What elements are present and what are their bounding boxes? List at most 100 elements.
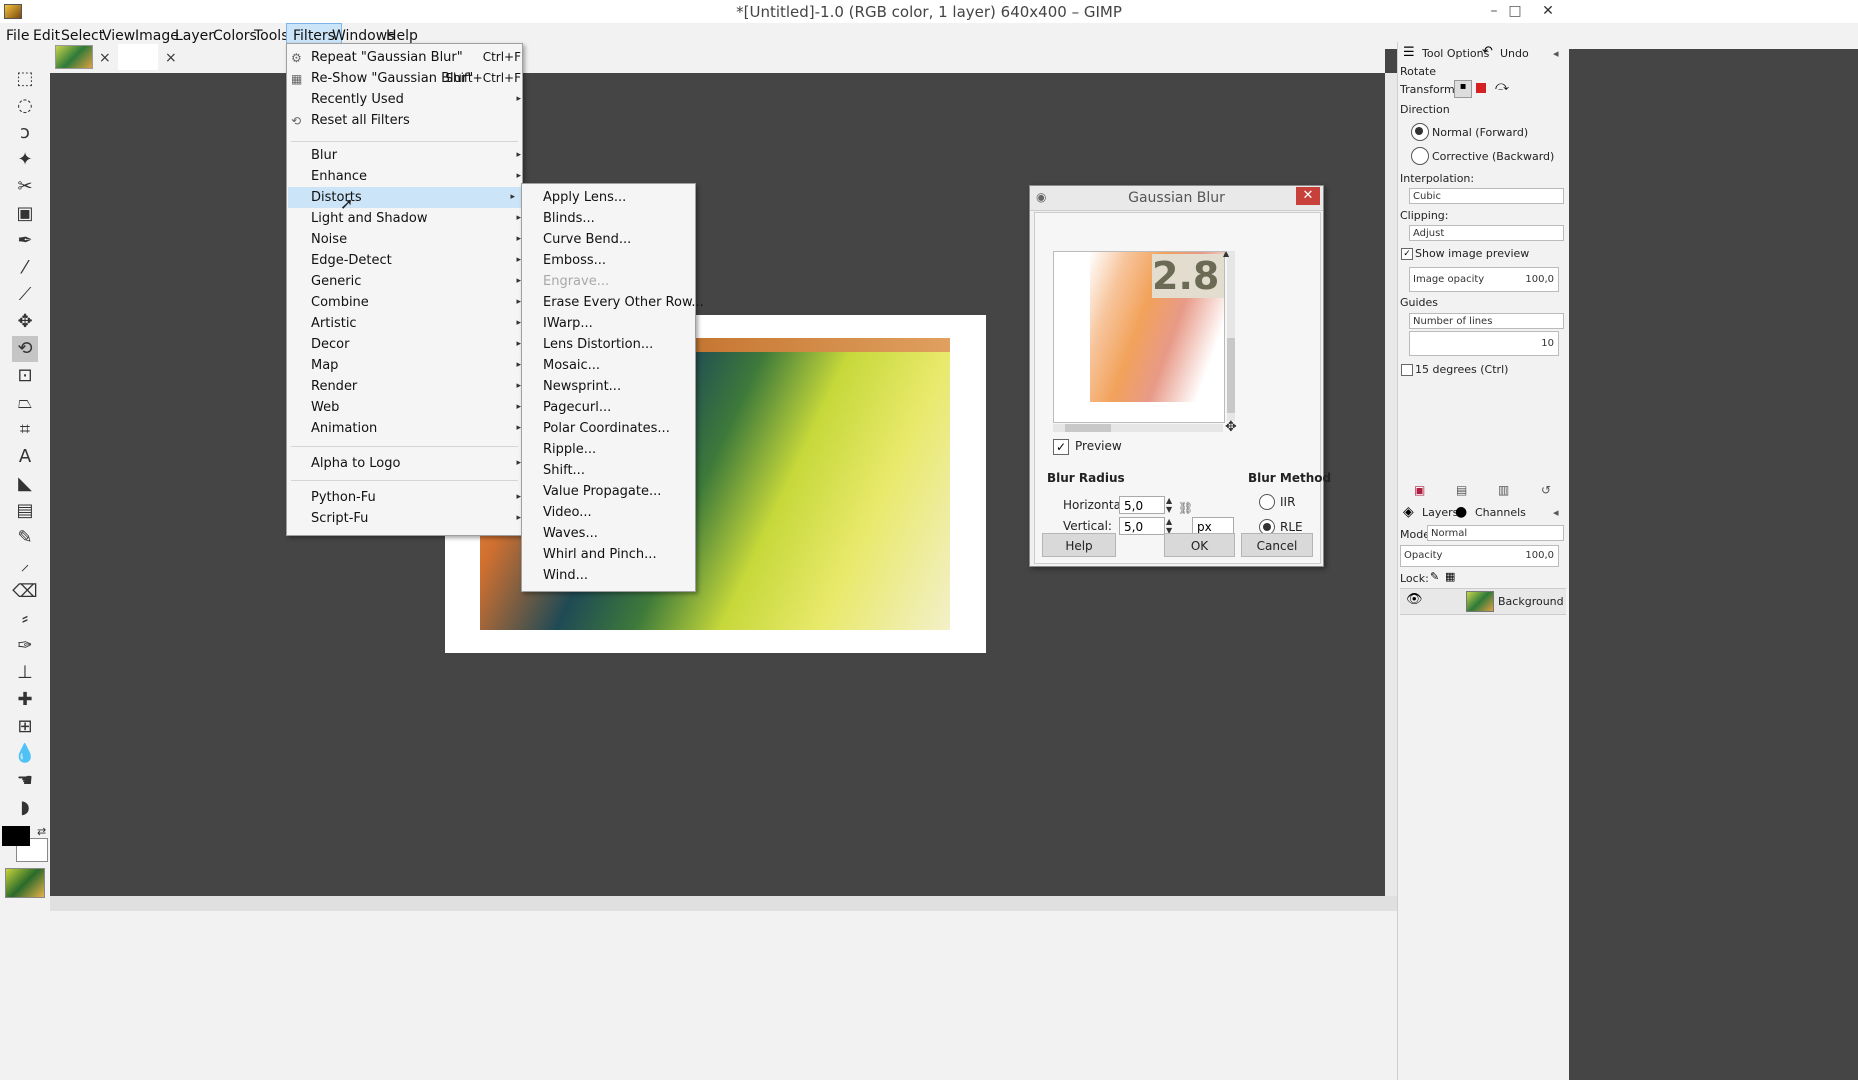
text-icon[interactable]: A [12,444,38,470]
clipping-select[interactable]: Adjust [1409,225,1564,241]
image-tab-blank[interactable] [118,44,158,70]
eraser-icon[interactable]: ⌫ [12,579,38,605]
paths-icon[interactable]: ✒ [12,228,38,254]
layer-opacity-field[interactable]: Opacity 100,0 [1400,545,1559,567]
menu-lens-distortion[interactable]: Lens Distortion... [543,334,653,355]
heal-icon[interactable]: ✚ [12,687,38,713]
dodge-burn-icon[interactable]: ◗ [12,795,38,821]
cancel-button[interactable]: Cancel [1241,533,1313,557]
save-options-icon[interactable]: ▣ [1414,483,1425,497]
vertical-input[interactable]: 5,0 [1119,517,1165,535]
layer-row[interactable]: 👁 Background [1400,588,1566,615]
layer-visibility-eye-icon[interactable]: 👁 [1406,592,1423,607]
scissors-icon[interactable]: ✂ [12,174,38,200]
menu-reshow-gaussian-blur[interactable]: Re-Show "Gaussian Blur" Shift+Ctrl+F [311,68,521,89]
tab-layers[interactable]: Layers [1422,506,1458,519]
menu-iwarp[interactable]: IWarp... [543,313,593,334]
swap-colors-icon[interactable]: ⇄ [37,825,46,838]
interpolation-select[interactable]: Cubic [1409,188,1564,204]
measure-icon[interactable]: ⟋ [12,282,38,308]
color-picker-icon[interactable]: ⁄ [12,255,38,281]
menu-decor[interactable]: Decor ▸ [311,334,521,355]
menu-script-fu[interactable]: Script-Fu ▸ [311,508,521,529]
foreground-select-icon[interactable]: ▣ [12,201,38,227]
menu-alpha-to-logo[interactable]: Alpha to Logo ▸ [311,453,521,474]
lasso-icon[interactable]: ↄ [12,120,38,146]
menu-wind[interactable]: Wind... [543,565,588,586]
menu-mosaic[interactable]: Mosaic... [543,355,600,376]
vertical-scrollbar[interactable] [1385,73,1397,896]
bucket-fill-icon[interactable]: ◣ [12,471,38,497]
menu-python-fu[interactable]: Python-Fu ▸ [311,487,521,508]
active-image-thumbnail[interactable] [5,868,45,898]
delete-options-icon[interactable]: ▥ [1498,483,1509,497]
blur-icon[interactable]: 💧 [12,741,38,767]
menu-newsprint[interactable]: Newsprint... [543,376,621,397]
ok-button[interactable]: OK [1164,533,1235,557]
layer-name[interactable]: Background [1498,595,1564,608]
iir-radio[interactable] [1259,494,1275,510]
reset-options-icon[interactable]: ↺ [1541,483,1551,497]
move-icon[interactable]: ✥ [12,309,38,335]
lock-alpha-icon[interactable]: ▦ [1445,570,1455,583]
menu-render[interactable]: Render ▸ [311,376,521,397]
ellipse-select-icon[interactable]: ◌ [12,93,38,119]
menu-ripple[interactable]: Ripple... [543,439,596,460]
menu-blur[interactable]: Blur ▸ [311,145,521,166]
menu-value-propagate[interactable]: Value Propagate... [543,481,661,502]
ink-icon[interactable]: ✑ [12,633,38,659]
menu-animation[interactable]: Animation ▸ [311,418,521,439]
menu-video[interactable]: Video... [543,502,592,523]
menu-erase-every-other-row[interactable]: Erase Every Other Row... [543,292,704,313]
close-tab-icon[interactable]: × [99,50,111,66]
menu-web[interactable]: Web ▸ [311,397,521,418]
gradient-icon[interactable]: ▤ [12,498,38,524]
menu-artistic[interactable]: Artistic ▸ [311,313,521,334]
lock-pixels-icon[interactable]: ✎ [1430,570,1439,583]
menu-blinds[interactable]: Blinds... [543,208,595,229]
dialog-close-button[interactable]: ✕ [1296,187,1320,205]
tab-tool-options[interactable]: Tool Options [1422,47,1489,60]
tab-channels[interactable]: Channels [1475,506,1526,519]
menu-shift[interactable]: Shift... [543,460,585,481]
paintbrush-icon[interactable]: ⸝ [12,552,38,578]
direction-corrective-radio[interactable] [1411,147,1429,165]
perspective-icon[interactable]: ⏢ [12,390,38,416]
help-button[interactable]: Help [1042,533,1116,557]
guides-select[interactable]: Number of lines [1409,313,1564,329]
rect-select-icon[interactable]: ⬚ [12,66,38,92]
close-window-button[interactable]: ✕ [1530,0,1566,22]
fuzzy-select-icon[interactable]: ✦ [12,147,38,173]
horizontal-input[interactable]: 5,0 [1119,496,1165,514]
close-tab-icon[interactable]: × [165,50,177,66]
menu-whirl-and-pinch[interactable]: Whirl and Pinch... [543,544,657,565]
menu-generic[interactable]: Generic ▸ [311,271,521,292]
menu-edge-detect[interactable]: Edge-Detect ▸ [311,250,521,271]
horizontal-scrollbar[interactable] [50,896,1397,911]
mode-select[interactable]: Normal [1427,525,1564,541]
menu-map[interactable]: Map ▸ [311,355,521,376]
pencil-icon[interactable]: ✎ [12,525,38,551]
maximize-button[interactable]: □ [1497,0,1533,22]
horizontal-spin-arrows-icon[interactable]: ▲ ▼ [1166,496,1172,514]
menu-waves[interactable]: Waves... [543,523,598,544]
smudge-icon[interactable]: ☚ [12,768,38,794]
menu-polar-coordinates[interactable]: Polar Coordinates... [543,418,670,439]
dock-menu-icon[interactable]: ◂ [1553,47,1559,60]
navigate-icon[interactable]: ✥ [1225,419,1237,435]
airbrush-icon[interactable]: ⸗ [12,606,38,632]
menu-emboss[interactable]: Emboss... [543,250,606,271]
fifteen-degrees-checkbox[interactable] [1401,364,1413,376]
chain-link-icon[interactable]: ⛓ [1178,501,1193,515]
scroll-up-icon[interactable]: ▲ [1223,249,1229,258]
tab-undo[interactable]: Undo [1500,47,1529,60]
restore-options-icon[interactable]: ▤ [1456,483,1467,497]
menu-pagecurl[interactable]: Pagecurl... [543,397,611,418]
preview-vscroll-thumb[interactable] [1227,338,1235,413]
preview-hscroll-thumb[interactable] [1065,424,1111,432]
foreground-color-swatch[interactable] [2,826,30,846]
rotate-icon[interactable]: ⟲ [12,336,38,362]
menu-apply-lens[interactable]: Apply Lens... [543,187,626,208]
show-preview-checkbox[interactable]: ✓ [1401,248,1413,260]
clone-icon[interactable]: ⊥ [12,660,38,686]
